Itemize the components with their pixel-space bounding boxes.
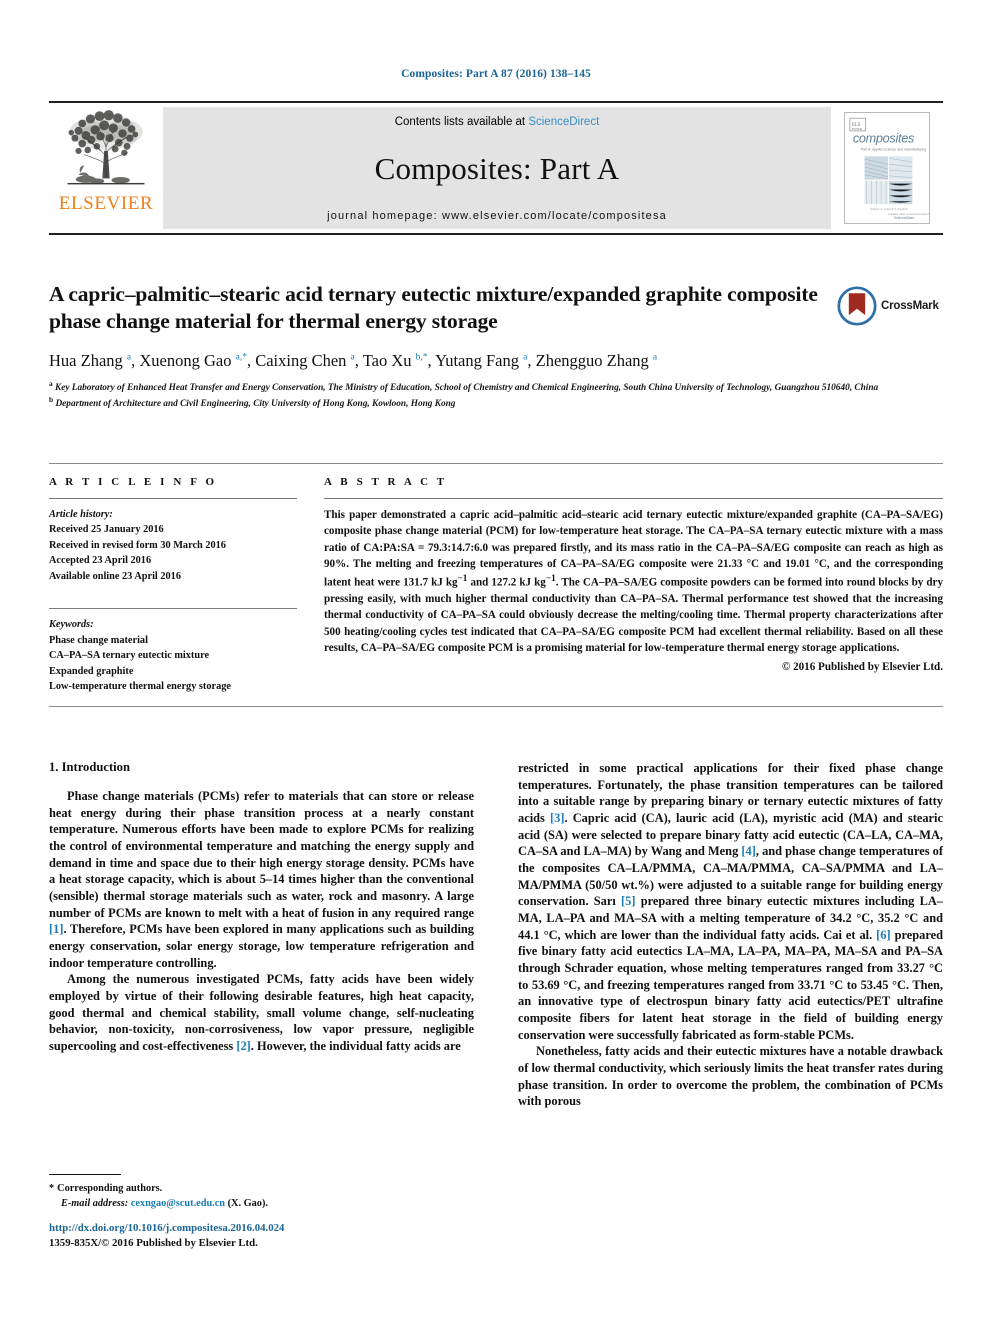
affiliation-marker-b: b bbox=[49, 394, 54, 404]
journal-center-band: Contents lists available at ScienceDirec… bbox=[163, 107, 831, 229]
history-item: Accepted 23 April 2016 bbox=[49, 555, 152, 567]
journal-cover-block: ELS EVIER composites Part A: applied sci… bbox=[831, 103, 943, 233]
elsevier-tree-icon bbox=[67, 110, 145, 185]
history-item: Received 25 January 2016 bbox=[49, 524, 164, 536]
keywords-block: Keywords: Phase change material CA–PA–SA… bbox=[49, 608, 297, 694]
contents-available-line: Contents lists available at ScienceDirec… bbox=[395, 116, 600, 128]
footnotes-block: * Corresponding authors. E-mail address: … bbox=[49, 1174, 474, 1212]
svg-text:composites: composites bbox=[853, 132, 915, 146]
abstract-column: A B S T R A C T This paper demonstrated … bbox=[321, 476, 943, 706]
body-column-left: 1. Introduction Phase change materials (… bbox=[49, 760, 474, 1110]
email-suffix: (X. Gao). bbox=[227, 1197, 268, 1209]
body-paragraph: Among the numerous investigated PCMs, fa… bbox=[49, 972, 474, 1054]
section-heading-introduction: 1. Introduction bbox=[49, 760, 130, 774]
keyword-item: Low-temperature thermal energy storage bbox=[49, 680, 231, 692]
svg-text:EVIER: EVIER bbox=[852, 127, 863, 131]
keyword-item: Expanded graphite bbox=[49, 665, 134, 677]
svg-text:Part A: applied science and ma: Part A: applied science and manufacturin… bbox=[861, 147, 927, 151]
affiliation-b: b Department of Architecture and Civil E… bbox=[49, 395, 919, 411]
article-history-label: Article history: bbox=[49, 509, 113, 520]
affiliation-marker-a: a bbox=[49, 379, 53, 389]
article-page: Composites: Part A 87 (2016) 138–145 ELS… bbox=[0, 0, 992, 1323]
affiliation-b-text: Department of Architecture and Civil Eng… bbox=[55, 399, 456, 410]
affiliation-a-text: Key Laboratory of Enhanced Heat Transfer… bbox=[55, 383, 879, 394]
body-columns: 1. Introduction Phase change materials (… bbox=[49, 760, 943, 1110]
crossmark-badge[interactable]: CrossMark bbox=[837, 284, 943, 328]
info-abstract-panel: A R T I C L E I N F O Article history: R… bbox=[49, 463, 943, 707]
journal-homepage-line[interactable]: journal homepage: www.elsevier.com/locat… bbox=[327, 210, 667, 222]
title-area: A capric–palmitic–stearic acid ternary e… bbox=[49, 281, 943, 411]
article-info-heading: A R T I C L E I N F O bbox=[49, 476, 218, 488]
keywords-label: Keywords: bbox=[49, 619, 94, 631]
corresponding-author-note: * Corresponding authors. bbox=[49, 1182, 474, 1197]
article-info-rule bbox=[49, 498, 297, 499]
asterisk-icon: * bbox=[49, 1183, 55, 1194]
journal-cover-thumbnail: ELS EVIER composites Part A: applied sci… bbox=[844, 112, 930, 224]
email-link[interactable]: cexngao@scut.edu.cn bbox=[131, 1198, 225, 1209]
history-item: Received in revised form 30 March 2016 bbox=[49, 539, 226, 551]
footer-block: http://dx.doi.org/10.1016/j.compositesa.… bbox=[49, 1221, 474, 1251]
journal-title: Composites: Part A bbox=[374, 150, 620, 186]
issn-copyright-line: 1359-835X/© 2016 Published by Elsevier L… bbox=[49, 1237, 258, 1250]
abstract-heading: A B S T R A C T bbox=[324, 476, 448, 488]
running-head: Composites: Part A 87 (2016) 138–145 bbox=[401, 68, 591, 80]
journal-masthead: ELSEVIER Contents lists available at Sci… bbox=[49, 101, 943, 235]
email-note: E-mail address: cexngao@scut.edu.cn (X. … bbox=[49, 1197, 474, 1212]
svg-text:Editors: I.A. Ashcroft, K. Fri: Editors: I.A. Ashcroft, K. Friedrich bbox=[870, 208, 908, 211]
article-info-column: A R T I C L E I N F O Article history: R… bbox=[49, 476, 321, 706]
keyword-item: CA–PA–SA ternary eutectic mixture bbox=[49, 650, 210, 662]
keyword-item: Phase change material bbox=[49, 634, 148, 646]
affiliation-a: a Key Laboratory of Enhanced Heat Transf… bbox=[49, 379, 919, 395]
page-title: A capric–palmitic–stearic acid ternary e… bbox=[49, 282, 818, 334]
elsevier-logo-block: ELSEVIER bbox=[49, 103, 163, 233]
author-list: Hua Zhang a, Xuenong Gao a,*, Caixing Ch… bbox=[49, 350, 658, 370]
abstract-rule bbox=[324, 498, 943, 499]
svg-text:ScienceDirect: ScienceDirect bbox=[894, 216, 916, 220]
crossmark-icon bbox=[837, 286, 877, 326]
body-paragraph: Nonetheless, fatty acids and their eutec… bbox=[518, 1044, 943, 1109]
body-paragraph: restricted in some practical application… bbox=[518, 761, 943, 1042]
abstract-copyright: © 2016 Published by Elsevier Ltd. bbox=[782, 661, 943, 674]
history-item: Available online 23 April 2016 bbox=[49, 570, 181, 582]
crossmark-label: CrossMark bbox=[881, 300, 939, 312]
elsevier-wordmark: ELSEVIER bbox=[58, 193, 154, 214]
body-paragraph: Phase change materials (PCMs) refer to m… bbox=[49, 789, 474, 970]
cover-artwork: ELS EVIER composites Part A: applied sci… bbox=[845, 113, 929, 223]
sciencedirect-link[interactable]: ScienceDirect bbox=[528, 116, 599, 128]
email-label: E-mail address: bbox=[61, 1197, 129, 1209]
abstract-text: This paper demonstrated a capric acid–pa… bbox=[324, 509, 943, 654]
corresponding-author-text: Corresponding authors. bbox=[57, 1183, 163, 1194]
doi-link[interactable]: http://dx.doi.org/10.1016/j.compositesa.… bbox=[49, 1221, 474, 1236]
body-column-right: restricted in some practical application… bbox=[518, 760, 943, 1110]
affiliations: a Key Laboratory of Enhanced Heat Transf… bbox=[49, 379, 919, 411]
contents-prefix: Contents lists available at bbox=[394, 116, 529, 128]
keywords-rule bbox=[49, 608, 297, 610]
footnote-rule bbox=[49, 1174, 121, 1175]
